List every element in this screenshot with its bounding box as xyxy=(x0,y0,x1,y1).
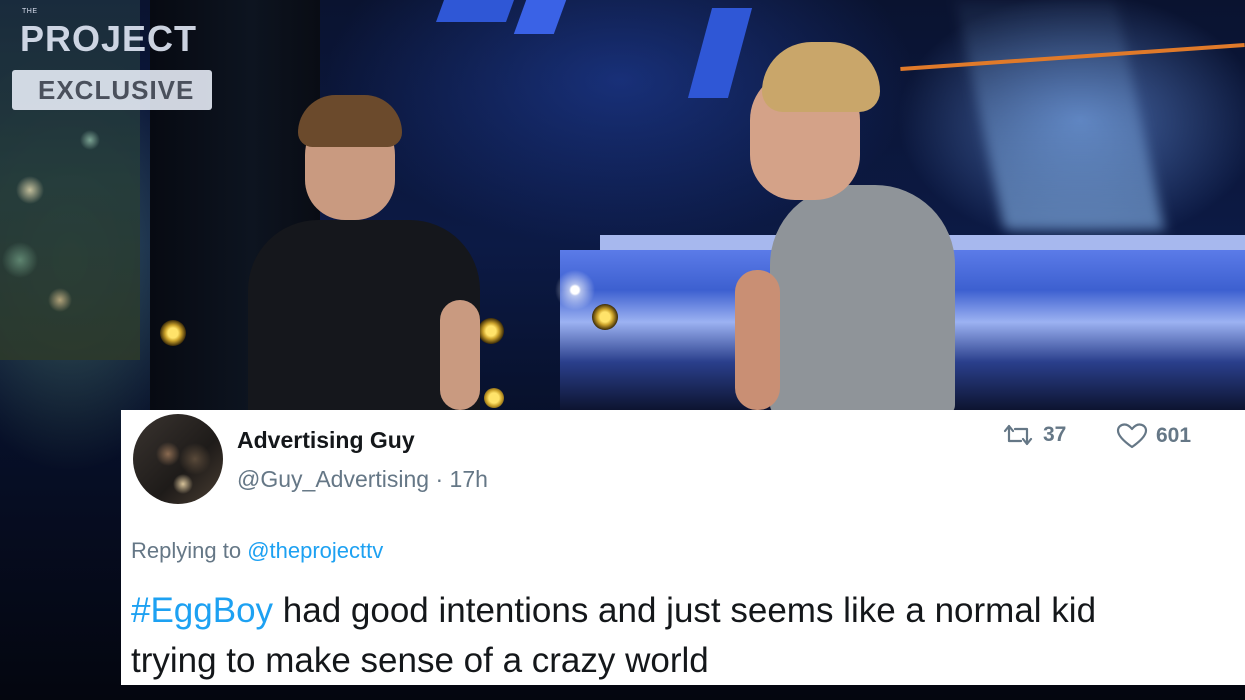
retweet-button[interactable]: 37 xyxy=(1001,422,1066,448)
studio-light-beam xyxy=(955,0,1165,230)
replying-to-line: Replying to @theprojecttv xyxy=(131,538,383,564)
tweet-text-line1: had good intentions and just seems like … xyxy=(273,591,1097,630)
tweet-card[interactable]: Advertising Guy @Guy_Advertising · 17h 3… xyxy=(121,410,1245,685)
retweet-icon xyxy=(1003,424,1033,446)
stage-spotlight xyxy=(592,304,618,330)
tweet-text-line2: trying to make sense of a crazy world xyxy=(131,641,709,680)
stage-spotlight xyxy=(478,318,504,344)
author-name[interactable]: Advertising Guy xyxy=(237,427,415,454)
hashtag-link[interactable]: #EggBoy xyxy=(131,591,273,630)
guest-hair xyxy=(298,95,402,147)
guest-arm xyxy=(440,300,480,410)
avatar[interactable] xyxy=(133,414,223,504)
logo-small-text: THE xyxy=(22,8,38,15)
replying-prefix: Replying to xyxy=(131,538,242,563)
like-count: 601 xyxy=(1156,424,1192,447)
replying-mention-link[interactable]: @theprojecttv xyxy=(247,538,383,563)
stage-spotlight xyxy=(160,320,186,346)
studio-light-strip xyxy=(513,0,567,34)
heart-icon xyxy=(1116,423,1148,449)
author-handle[interactable]: @Guy_Advertising · 17h xyxy=(237,466,488,493)
tweet-text: #EggBoy had good intentions and just see… xyxy=(131,586,1096,685)
host-hair xyxy=(762,42,880,112)
stage-spotlight xyxy=(484,388,504,408)
exclusive-badge-label: EXCLUSIVE xyxy=(38,75,195,105)
logo-title: PROJECT xyxy=(20,18,198,59)
host-torso xyxy=(770,185,955,415)
studio-light-strip xyxy=(435,0,515,22)
like-button[interactable]: 601 xyxy=(1116,422,1191,450)
lens-flare xyxy=(555,270,595,310)
studio-light-strip xyxy=(687,8,753,98)
exclusive-badge: EXCLUSIVE xyxy=(12,70,212,110)
retweet-count: 37 xyxy=(1043,423,1067,446)
host-arm xyxy=(735,270,780,410)
